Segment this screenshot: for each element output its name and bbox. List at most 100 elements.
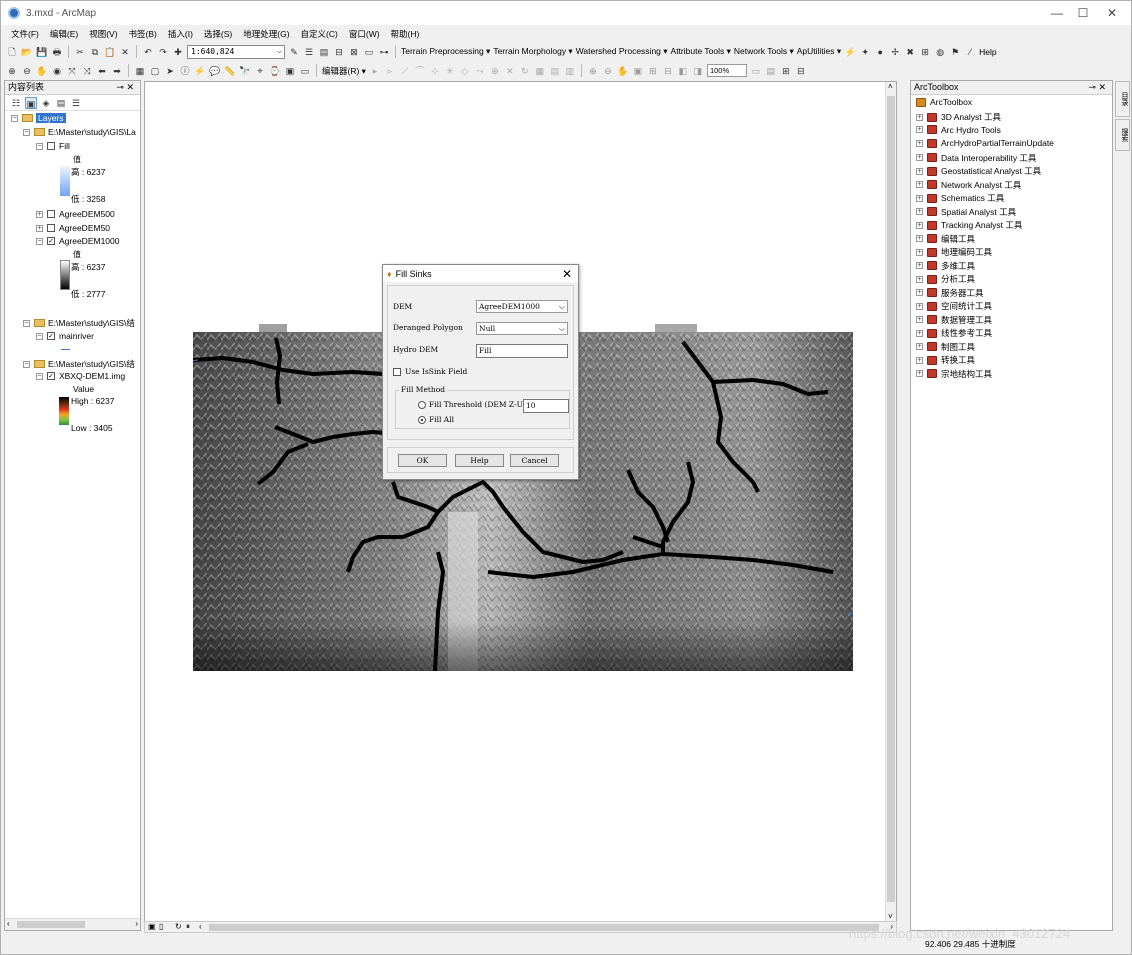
layer-mainriver[interactable]: − ✓ mainriver	[36, 331, 94, 341]
toolbox-item[interactable]: + Arc Hydro Tools	[916, 125, 1001, 135]
reshape-icon[interactable]: ⤳	[474, 65, 486, 77]
editor-toolbar-icon[interactable]: ✎	[288, 46, 300, 58]
toolbox-item[interactable]: + Tracking Analyst 工具	[916, 219, 1022, 231]
toolbox-item[interactable]: + 制图工具	[916, 341, 975, 353]
flow-path-icon[interactable]: ⚡	[844, 46, 856, 58]
expand-icon[interactable]: +	[916, 235, 923, 242]
deranged-polygon-combo[interactable]: Null ⌵	[476, 322, 568, 335]
toolbox-item[interactable]: + 地理编码工具	[916, 246, 992, 258]
cancel-button[interactable]: Cancel	[510, 454, 559, 467]
toolbox-item[interactable]: + 空间统计工具	[916, 300, 992, 312]
map-scale-combo[interactable]: 1:640,824	[187, 44, 285, 59]
expand-icon[interactable]: +	[916, 275, 923, 283]
layer-xbxq-dem1[interactable]: − ✓ XBXQ-DEM1.img	[36, 371, 125, 381]
layout-pan-icon[interactable]: ✋	[617, 65, 629, 77]
flag-icon[interactable]: ✖	[904, 46, 916, 58]
cut-icon[interactable]: ✂	[74, 46, 86, 58]
pan-icon[interactable]: ✋	[36, 65, 48, 77]
clear-selection-icon[interactable]: ▢	[149, 65, 161, 77]
cut-polygon-icon[interactable]: ⊕	[489, 65, 501, 77]
split-icon[interactable]: ✕	[504, 65, 516, 77]
layer-fill[interactable]: − Fill	[36, 141, 70, 151]
fill-all-option[interactable]: Fill All	[418, 415, 454, 424]
fill-all-radio[interactable]	[418, 415, 426, 424]
hyperlink-icon[interactable]: ⚡	[194, 65, 206, 77]
expand-icon[interactable]: +	[916, 248, 923, 256]
redo-icon[interactable]: ↷	[157, 46, 169, 58]
expand-icon[interactable]: +	[916, 302, 923, 310]
scroll-down-icon[interactable]: ˅	[888, 912, 893, 921]
zoom-out-icon[interactable]: ⊖	[21, 65, 33, 77]
layer-agreedem50[interactable]: + AgreeDEM50	[36, 223, 110, 233]
rotate-icon[interactable]: ↻	[519, 65, 531, 77]
menu-view[interactable]: 视图(V)	[89, 28, 117, 40]
toolbox-item[interactable]: + 转换工具	[916, 354, 975, 366]
collapse-icon[interactable]: −	[11, 114, 18, 122]
pause-drawing-icon[interactable]: ⏸	[186, 922, 190, 932]
menu-file[interactable]: 文件(F)	[11, 28, 39, 40]
create-features-icon[interactable]: ▥	[564, 65, 576, 77]
toolbox-item[interactable]: + 宗地结构工具	[916, 368, 992, 380]
editor-menu[interactable]: 编辑器(R) ▾	[322, 65, 366, 77]
expand-icon[interactable]: +	[916, 262, 923, 269]
edit-vertices-icon[interactable]: ◇	[459, 65, 471, 77]
expand-icon[interactable]: +	[916, 329, 923, 337]
layout-back-icon[interactable]: ◧	[677, 65, 689, 77]
fixed-zoom-out-icon[interactable]: ⤨	[81, 65, 93, 77]
toolbox-item[interactable]: + Spatial Analyst 工具	[916, 206, 1016, 218]
chevron-down-icon[interactable]: ⌵	[559, 323, 565, 334]
scroll-left-icon[interactable]: ‹	[199, 922, 202, 931]
group-layer-3[interactable]: − E:\Master\study\GIS\结	[23, 358, 135, 370]
toolbox-item[interactable]: + 分析工具	[916, 273, 975, 285]
pin-icon[interactable]: ⚑	[949, 46, 961, 58]
toolbox-item[interactable]: + 编辑工具	[916, 233, 975, 245]
model-builder-icon[interactable]: ⊶	[378, 46, 390, 58]
visibility-checkbox[interactable]	[47, 210, 55, 218]
zoom-in-icon[interactable]: ⊕	[6, 65, 18, 77]
full-extent-icon[interactable]: ◉	[51, 65, 63, 77]
map-view[interactable]: ˄ ˅	[144, 81, 897, 922]
expand-icon[interactable]: +	[916, 289, 923, 296]
list-by-source-icon[interactable]: ▣	[25, 96, 37, 109]
identify-icon[interactable]: ⓘ	[179, 65, 191, 77]
watershed-processing-menu[interactable]: Watershed Processing ▾	[576, 46, 668, 57]
fill-threshold-field[interactable]: 10	[523, 399, 569, 413]
delete-icon[interactable]: ✕	[119, 46, 131, 58]
list-by-selection-icon[interactable]: ▤	[55, 97, 67, 109]
layer-agreedem1000[interactable]: − ✓ AgreeDEM1000	[36, 236, 119, 246]
endpoint-arc-icon[interactable]: ⌒	[414, 65, 426, 77]
sketch-properties-icon[interactable]: ▤	[549, 65, 561, 77]
toolbox-item[interactable]: + 数据管理工具	[916, 314, 992, 326]
toolbox-item[interactable]: +3D Analyst 工具	[916, 111, 1001, 123]
search-window-icon[interactable]: ⊟	[333, 46, 345, 58]
toolbox-item[interactable]: + 多维工具	[916, 260, 975, 272]
scroll-up-icon[interactable]: ˄	[888, 82, 893, 91]
time-slider-icon[interactable]: ⌚	[269, 65, 281, 77]
menu-customize[interactable]: 自定义(C)	[301, 28, 338, 40]
ok-button[interactable]: OK	[398, 454, 447, 467]
scroll-right-icon[interactable]: ›	[135, 919, 138, 928]
new-document-icon[interactable]: 🗋	[6, 46, 18, 58]
create-viewer-icon[interactable]: ▭	[299, 65, 311, 77]
expand-icon[interactable]: +	[916, 356, 923, 364]
collapse-icon[interactable]: −	[36, 372, 43, 380]
visibility-checkbox-checked[interactable]: ✓	[47, 237, 55, 245]
save-icon[interactable]: 💾	[36, 46, 48, 58]
paste-icon[interactable]: 📋	[104, 46, 116, 58]
expand-icon[interactable]: +	[916, 370, 923, 377]
scroll-thumb[interactable]	[887, 96, 895, 902]
layout-fixed-in-icon[interactable]: ⊞	[647, 65, 659, 77]
arctoolbox-icon[interactable]: ⊠	[348, 46, 360, 58]
help-button[interactable]: Help	[455, 454, 504, 467]
select-elements-icon[interactable]: ➤	[164, 65, 176, 77]
expand-icon[interactable]: +	[916, 167, 923, 175]
layout-fixed-out-icon[interactable]: ⊟	[662, 65, 674, 77]
dialog-close-icon[interactable]: ✕	[562, 267, 572, 281]
back-extent-icon[interactable]: ⬅	[96, 65, 108, 77]
focus-data-frame-icon[interactable]: ▤	[765, 65, 777, 77]
find-icon[interactable]: 🔭	[239, 65, 251, 77]
trace-icon[interactable]: ✢	[889, 46, 901, 58]
schematic-icon[interactable]: ⊞	[919, 46, 931, 58]
straight-segment-icon[interactable]: ⟋	[399, 65, 411, 77]
viewer-icon[interactable]: ▣	[284, 65, 296, 77]
